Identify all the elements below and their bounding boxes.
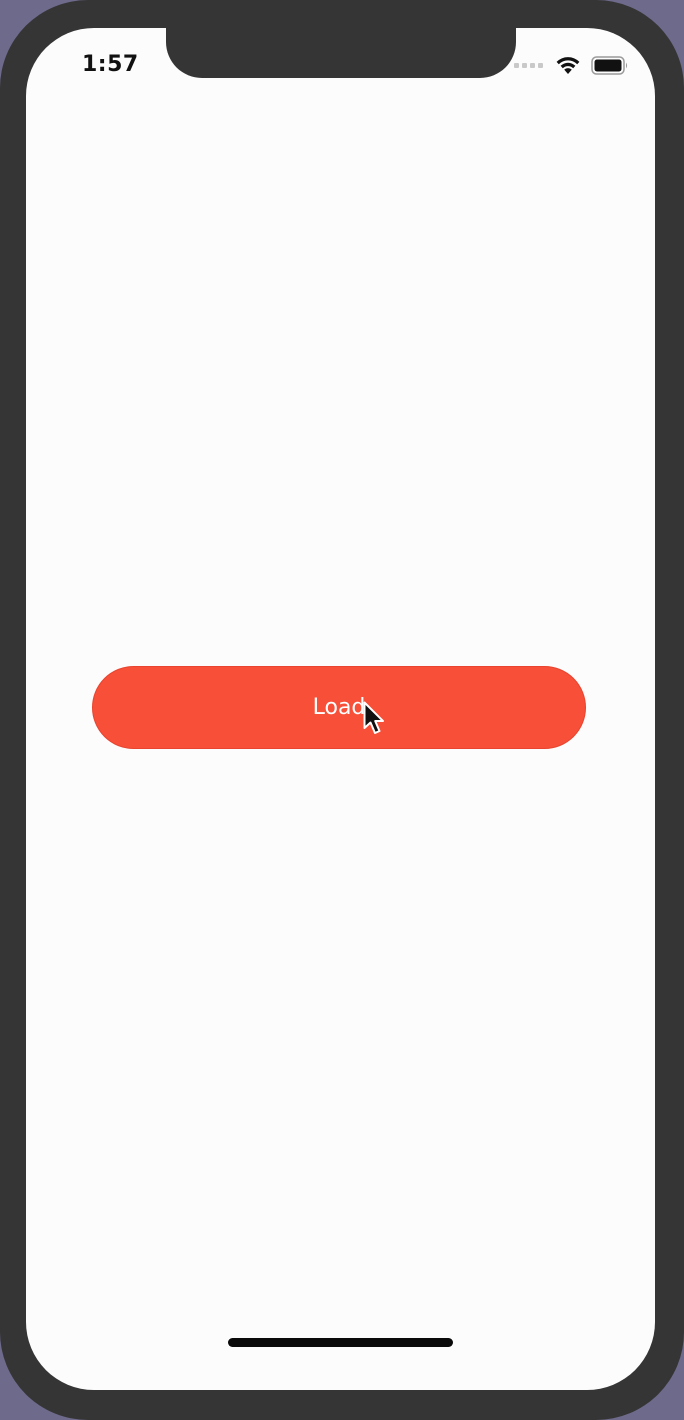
wifi-icon	[556, 57, 580, 74]
battery-icon	[591, 55, 628, 75]
notch	[166, 28, 516, 78]
status-bar-indicators	[514, 55, 629, 75]
phone-screen: 1:57 Load	[26, 28, 655, 1390]
load-button[interactable]: Load	[92, 666, 586, 749]
cellular-signal-icon	[514, 62, 543, 68]
status-bar-time: 1:57	[82, 52, 139, 77]
load-button-label: Load	[312, 695, 366, 720]
home-indicator	[228, 1338, 453, 1347]
phone-frame: 1:57 Load	[0, 0, 684, 1420]
